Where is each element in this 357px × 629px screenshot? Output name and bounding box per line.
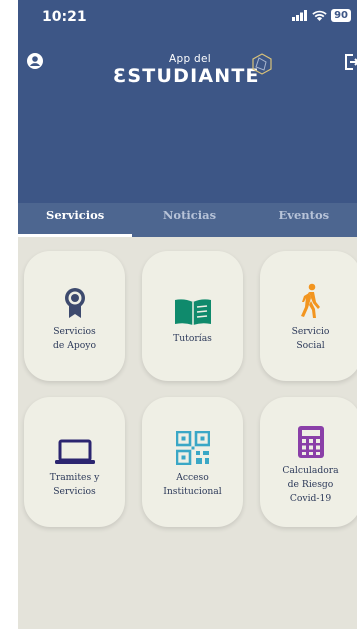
tab-servicios[interactable]: Servicios (18, 203, 132, 237)
wifi-icon (312, 10, 327, 21)
app-bar: App del ƐSTUDIANTE (18, 40, 357, 88)
status-indicators: 90 (292, 9, 351, 22)
status-time: 10:21 (42, 9, 87, 25)
hexagon-logo-icon (252, 53, 272, 75)
qr-code-icon (175, 431, 210, 465)
tile-calculadora-covid[interactable]: Calculadora de Riesgo Covid-19 (260, 397, 357, 527)
award-ribbon-icon (64, 288, 85, 318)
tile-acceso-institucional[interactable]: Acceso Institucional (142, 397, 243, 527)
logout-icon[interactable] (345, 54, 357, 70)
tab-eventos[interactable]: Eventos (247, 203, 357, 237)
active-tab-indicator (18, 234, 132, 237)
walking-person-icon (300, 283, 320, 318)
tile-label: Calculadora de Riesgo Covid-19 (282, 465, 339, 504)
calculator-icon (297, 426, 324, 458)
tile-servicio-social[interactable]: Servicio Social (260, 251, 357, 381)
tab-noticias[interactable]: Noticias (132, 203, 246, 237)
tile-label: Servicio Social (291, 326, 330, 351)
signal-icon (292, 10, 308, 21)
tile-tramites-y-servicios[interactable]: Tramites y Servicios (24, 397, 125, 527)
tab-bar: Servicios Noticias Eventos (18, 203, 357, 237)
tile-label: Tutorías (173, 333, 212, 344)
user-profile-icon[interactable] (26, 52, 44, 70)
tile-label: Servicios de Apoyo (52, 326, 96, 351)
tile-tutorias[interactable]: Tutorías (142, 251, 243, 381)
status-bar: 10:21 90 (18, 0, 357, 36)
tile-label: Acceso Institucional (163, 472, 222, 497)
header-area: 10:21 90 App del ƐSTUDIANTE (18, 0, 357, 203)
app-screen: 10:21 90 App del ƐSTUDIANTE Servicios No… (18, 0, 357, 629)
tile-servicios-de-apoyo[interactable]: Servicios de Apoyo (24, 251, 125, 381)
laptop-icon (54, 439, 95, 464)
battery-level: 90 (331, 9, 351, 22)
logo-subtitle: App del (169, 53, 211, 65)
logo-title: ƐSTUDIANTE (113, 65, 260, 87)
open-book-icon (174, 299, 211, 325)
app-logo: App del ƐSTUDIANTE (113, 50, 283, 87)
tile-label: Tramites y Servicios (49, 472, 100, 497)
